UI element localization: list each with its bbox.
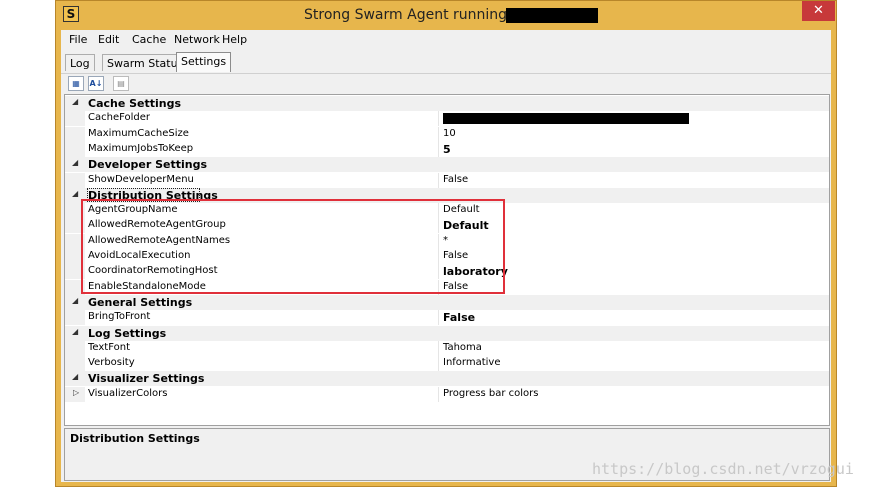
column-divider[interactable] bbox=[438, 387, 439, 402]
category-label: Visualizer Settings bbox=[88, 372, 205, 385]
property-row[interactable]: CacheFolder bbox=[65, 111, 829, 126]
menu-file[interactable]: File bbox=[69, 33, 87, 46]
category-row[interactable]: ◢ Cache Settings bbox=[65, 96, 829, 111]
property-name: VisualizerColors bbox=[88, 388, 168, 399]
column-divider[interactable] bbox=[438, 310, 439, 325]
category-label: Cache Settings bbox=[88, 97, 182, 110]
highlight-annotation bbox=[81, 199, 505, 294]
row-margin bbox=[65, 341, 85, 356]
menu-edit[interactable]: Edit bbox=[98, 33, 119, 46]
row-margin bbox=[65, 127, 85, 142]
property-value[interactable]: Tahoma bbox=[443, 342, 482, 353]
categorized-view-icon[interactable]: ▦ bbox=[68, 76, 84, 91]
tab-log[interactable]: Log bbox=[65, 54, 95, 71]
close-button[interactable]: ✕ bbox=[802, 1, 835, 21]
tab-settings[interactable]: Settings bbox=[176, 52, 232, 72]
collapse-arrow-icon[interactable]: ◢ bbox=[72, 372, 82, 381]
property-row[interactable]: TextFont Tahoma bbox=[65, 341, 829, 356]
property-value[interactable]: Informative bbox=[443, 357, 501, 368]
redacted-hostname bbox=[506, 8, 598, 23]
collapse-arrow-icon[interactable]: ◢ bbox=[72, 158, 82, 167]
category-label: Developer Settings bbox=[88, 158, 208, 171]
property-row[interactable]: ▷ VisualizerColors Progress bar colors bbox=[65, 387, 829, 402]
row-margin bbox=[65, 173, 85, 188]
tab-strip: Log Swarm Status Settings bbox=[61, 52, 831, 72]
property-toolbar: ▦ A↓ ▤ bbox=[61, 73, 831, 94]
close-icon: ✕ bbox=[813, 3, 824, 18]
collapse-arrow-icon[interactable]: ◢ bbox=[72, 296, 82, 305]
property-pages-icon[interactable]: ▤ bbox=[113, 76, 129, 91]
category-row[interactable]: ◢ Log Settings bbox=[65, 326, 829, 341]
watermark: https://blog.csdn.net/vrzogui bbox=[592, 460, 854, 478]
collapse-arrow-icon[interactable]: ◢ bbox=[72, 97, 82, 106]
column-divider[interactable] bbox=[438, 173, 439, 188]
window-title: Strong Swarm Agent running on bbox=[304, 7, 529, 23]
swarm-s-icon[interactable]: S bbox=[63, 6, 79, 22]
property-name: ShowDeveloperMenu bbox=[88, 174, 194, 185]
row-margin bbox=[65, 356, 85, 371]
column-divider[interactable] bbox=[438, 127, 439, 142]
description-title: Distribution Settings bbox=[70, 432, 200, 445]
property-name: MaximumCacheSize bbox=[88, 128, 189, 139]
menu-help[interactable]: Help bbox=[222, 33, 247, 46]
property-row[interactable]: MaximumCacheSize 10 bbox=[65, 127, 829, 142]
collapse-arrow-icon[interactable]: ◢ bbox=[72, 189, 82, 198]
row-margin bbox=[65, 111, 85, 126]
property-name: BringToFront bbox=[88, 311, 151, 322]
property-row[interactable]: MaximumJobsToKeep 5 bbox=[65, 142, 829, 157]
redacted-value[interactable] bbox=[443, 113, 689, 124]
property-value[interactable]: False bbox=[443, 174, 468, 185]
menu-cache[interactable]: Cache bbox=[132, 33, 166, 46]
property-row[interactable]: BringToFront False bbox=[65, 310, 829, 325]
category-label: Log Settings bbox=[88, 327, 167, 340]
collapse-arrow-icon[interactable]: ◢ bbox=[72, 327, 82, 336]
property-value[interactable]: 10 bbox=[443, 128, 456, 139]
property-value[interactable]: False bbox=[443, 311, 475, 324]
property-name: MaximumJobsToKeep bbox=[88, 143, 194, 154]
row-margin bbox=[65, 310, 85, 325]
property-row[interactable]: ShowDeveloperMenu False bbox=[65, 173, 829, 188]
property-name: Verbosity bbox=[88, 357, 135, 368]
row-margin bbox=[65, 142, 85, 157]
property-name: TextFont bbox=[88, 342, 130, 353]
column-divider[interactable] bbox=[438, 142, 439, 157]
category-row[interactable]: ◢ Visualizer Settings bbox=[65, 371, 829, 386]
category-row[interactable]: ◢ Developer Settings bbox=[65, 157, 829, 172]
column-divider[interactable] bbox=[438, 111, 439, 126]
column-divider[interactable] bbox=[438, 341, 439, 356]
title-bar[interactable]: S Strong Swarm Agent running on ✕ bbox=[56, 1, 836, 30]
menu-bar: File Edit Cache Network Help bbox=[61, 30, 831, 50]
column-divider[interactable] bbox=[438, 356, 439, 371]
property-row[interactable]: Verbosity Informative bbox=[65, 356, 829, 371]
alphabetical-sort-icon[interactable]: A↓ bbox=[88, 76, 104, 91]
property-value[interactable]: Progress bar colors bbox=[443, 388, 538, 399]
property-value[interactable]: 5 bbox=[443, 143, 451, 156]
category-label: General Settings bbox=[88, 296, 193, 309]
menu-network[interactable]: Network bbox=[174, 33, 220, 46]
category-row[interactable]: ◢ General Settings bbox=[65, 295, 829, 310]
property-name: CacheFolder bbox=[88, 112, 151, 123]
expand-arrow-icon[interactable]: ▷ bbox=[73, 388, 83, 397]
